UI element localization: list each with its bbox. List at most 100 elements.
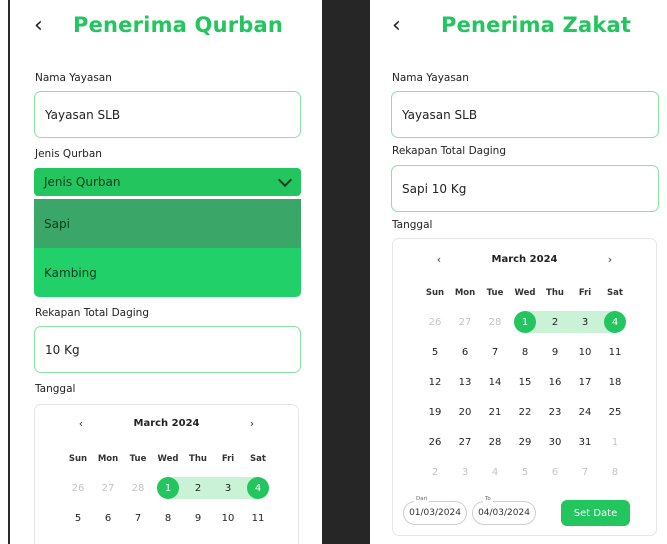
rekapan-value: 10 Kg <box>45 342 80 357</box>
jenis-qurban-select[interactable]: Jenis Qurban <box>34 168 301 196</box>
weekday-label: Thu <box>189 454 207 464</box>
calendar-day[interactable]: 4 <box>480 461 510 483</box>
calendar-day[interactable]: 15 <box>510 371 540 393</box>
calendar-day[interactable]: 11 <box>243 507 273 529</box>
nama-yayasan-input[interactable]: Yayasan SLB <box>34 91 301 138</box>
calendar-day[interactable]: 8 <box>600 461 630 483</box>
calendar-day[interactable]: 5 <box>420 341 450 363</box>
calendar-day[interactable]: 16 <box>540 371 570 393</box>
calendar-day[interactable]: 19 <box>420 401 450 423</box>
weekday-label: Wed <box>157 454 179 464</box>
calendar-day[interactable]: 7 <box>570 461 600 483</box>
calendar-day[interactable]: 6 <box>450 341 480 363</box>
selected-day: 1 <box>157 477 179 499</box>
calendar-day[interactable]: 17 <box>570 371 600 393</box>
jenis-qurban-dropdown: Sapi Kambing <box>34 199 301 297</box>
calendar-day[interactable]: 26 <box>420 311 450 333</box>
calendar-day[interactable]: 10 <box>570 341 600 363</box>
calendar-day[interactable]: 8 <box>153 507 183 529</box>
calendar-day[interactable]: 24 <box>570 401 600 423</box>
window-edge <box>0 0 10 544</box>
calendar-day[interactable]: 28 <box>480 431 510 453</box>
calendar-day-range-start[interactable]: 1 <box>510 311 540 333</box>
nama-yayasan-label: Nama Yayasan <box>392 72 469 84</box>
calendar-day[interactable]: 5 <box>510 461 540 483</box>
calendar-day[interactable]: 1 <box>600 431 630 453</box>
calendar-day[interactable]: 29 <box>510 431 540 453</box>
calendar-day-range-end[interactable]: 4 <box>243 477 273 499</box>
calendar-day-in-range[interactable]: 2 <box>540 311 570 333</box>
rekapan-total-daging-label: Rekapan Total Daging <box>392 145 506 157</box>
weekday-label: Fri <box>578 288 592 298</box>
calendar-day[interactable]: 3 <box>450 461 480 483</box>
rekapan-total-daging-input[interactable]: Sapi 10 Kg <box>391 165 659 212</box>
calendar-day[interactable]: 30 <box>540 431 570 453</box>
next-month-button[interactable]: › <box>600 253 620 266</box>
calendar-day[interactable]: 31 <box>570 431 600 453</box>
calendar-day[interactable]: 22 <box>510 401 540 423</box>
nama-yayasan-value: Yayasan SLB <box>402 107 478 122</box>
calendar-day[interactable]: 25 <box>600 401 630 423</box>
selected-day: 4 <box>604 311 626 333</box>
next-month-button[interactable]: › <box>242 417 262 430</box>
calendar-day[interactable]: 9 <box>540 341 570 363</box>
calendar-day[interactable]: 18 <box>600 371 630 393</box>
jenis-qurban-selected: Jenis Qurban <box>44 175 121 189</box>
calendar-day[interactable]: 12 <box>420 371 450 393</box>
back-arrow-icon[interactable]: ‹ <box>34 14 43 38</box>
rekapan-value: Sapi 10 Kg <box>402 181 467 196</box>
back-arrow-icon[interactable]: ‹ <box>392 14 401 38</box>
prev-month-button[interactable]: ‹ <box>429 253 449 266</box>
calendar-day[interactable]: 10 <box>213 507 243 529</box>
weekday-label: Mon <box>97 454 119 464</box>
chevron-down-icon <box>277 172 293 187</box>
calendar-day[interactable]: 2 <box>420 461 450 483</box>
weekday-label: Thu <box>546 288 564 298</box>
calendar-day[interactable]: 27 <box>93 477 123 499</box>
to-date-caption: To <box>483 496 493 502</box>
rekapan-total-daging-input[interactable]: 10 Kg <box>34 326 301 373</box>
calendar-day-range-start[interactable]: 1 <box>153 477 183 499</box>
calendar-day[interactable]: 6 <box>540 461 570 483</box>
from-date-caption: Dari <box>414 496 430 502</box>
calendar-day[interactable]: 6 <box>93 507 123 529</box>
option-kambing[interactable]: Kambing <box>34 248 301 297</box>
prev-month-button[interactable]: ‹ <box>71 417 91 430</box>
calendar-day[interactable]: 5 <box>63 507 93 529</box>
calendar-day[interactable]: 26 <box>63 477 93 499</box>
from-date-field[interactable]: Dari 01/03/2024 <box>403 496 467 525</box>
calendar-day[interactable]: 20 <box>450 401 480 423</box>
selected-day: 1 <box>514 311 536 333</box>
calendar-day[interactable]: 28 <box>123 477 153 499</box>
date-picker: ‹ March 2024 › Sun Mon Tue Wed Thu Fri S… <box>392 238 657 536</box>
to-date-field[interactable]: To 04/03/2024 <box>472 496 536 525</box>
calendar-day[interactable]: 11 <box>600 341 630 363</box>
screen-divider <box>322 0 370 544</box>
option-sapi[interactable]: Sapi <box>34 199 301 248</box>
calendar-day[interactable]: 28 <box>480 311 510 333</box>
calendar-day[interactable]: 23 <box>540 401 570 423</box>
calendar-day[interactable]: 13 <box>450 371 480 393</box>
calendar-day-range-end[interactable]: 4 <box>600 311 630 333</box>
calendar-day[interactable]: 8 <box>510 341 540 363</box>
calendar-day[interactable]: 27 <box>450 311 480 333</box>
calendar-day-in-range[interactable]: 3 <box>570 311 600 333</box>
calendar-day[interactable]: 27 <box>450 431 480 453</box>
nama-yayasan-input[interactable]: Yayasan SLB <box>391 91 659 138</box>
calendar-day[interactable]: 7 <box>123 507 153 529</box>
date-picker: ‹ March 2024 › Sun Mon Tue Wed Thu Fri S… <box>34 404 299 544</box>
calendar-day-in-range[interactable]: 2 <box>183 477 213 499</box>
calendar-day-in-range[interactable]: 3 <box>213 477 243 499</box>
calendar-day[interactable]: 7 <box>480 341 510 363</box>
penerima-qurban-screen: ‹ Penerima Qurban Nama Yayasan Yayasan S… <box>12 0 322 544</box>
tanggal-label: Tanggal <box>35 383 76 395</box>
set-date-button[interactable]: Set Date <box>561 500 630 526</box>
calendar-day[interactable]: 26 <box>420 431 450 453</box>
calendar-day[interactable]: 9 <box>183 507 213 529</box>
selected-day: 4 <box>247 477 269 499</box>
page-title: Penerima Qurban <box>73 13 284 37</box>
calendar-day[interactable]: 14 <box>480 371 510 393</box>
weekday-label: Tue <box>129 454 147 464</box>
calendar-day[interactable]: 21 <box>480 401 510 423</box>
rekapan-total-daging-label: Rekapan Total Daging <box>35 307 149 319</box>
